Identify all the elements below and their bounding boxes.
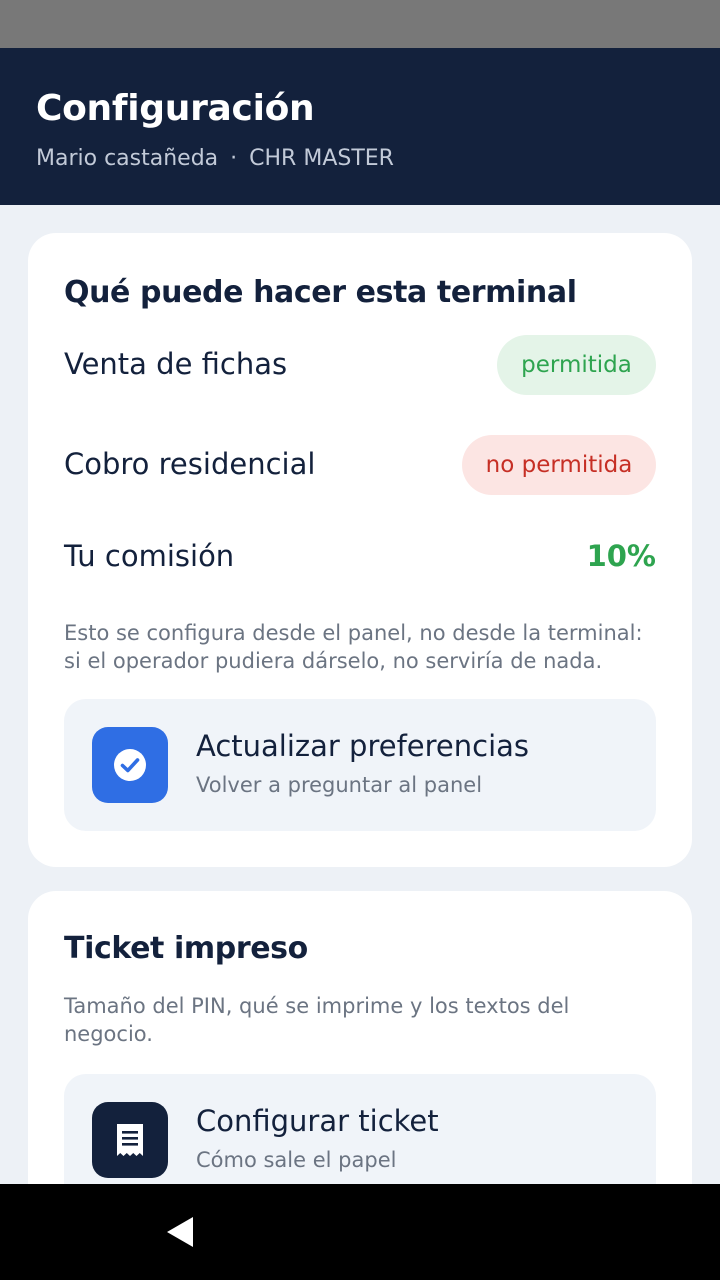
printed-ticket-card: Ticket impreso Tamaño del PIN, qué se im… (28, 891, 692, 1231)
sales-status-badge: permitida (497, 335, 656, 395)
status-bar (0, 0, 720, 48)
sales-label: Venta de fichas (64, 347, 288, 381)
commission-label: Tu comisión (64, 539, 235, 573)
back-triangle-icon[interactable] (156, 1208, 204, 1256)
refresh-preferences-subtitle: Volver a preguntar al panel (196, 773, 483, 797)
receipt-icon (92, 1102, 168, 1178)
app-header: Configuración Mario castañeda · CHR MASTER (0, 48, 720, 205)
header-subtitle: Mario castañeda · CHR MASTER (36, 146, 394, 171)
configure-ticket-title: Configurar ticket (196, 1104, 439, 1138)
user-name: Mario castañeda (36, 146, 219, 171)
user-role: CHR MASTER (249, 146, 394, 171)
residential-status-badge: no permitida (462, 435, 656, 495)
ticket-title: Ticket impreso (64, 931, 308, 966)
configure-ticket-subtitle: Cómo sale el papel (196, 1148, 397, 1172)
ticket-description: Tamaño del PIN, qué se imprime y los tex… (64, 994, 570, 1046)
commission-value: 10% (586, 539, 656, 573)
check-circle-icon (92, 727, 168, 803)
terminal-capabilities-card: Qué puede hacer esta terminal Venta de f… (28, 233, 692, 867)
navigation-bar (0, 1184, 720, 1280)
capabilities-title: Qué puede hacer esta terminal (64, 275, 577, 310)
capabilities-note: Esto se configura desde el panel, no des… (64, 621, 643, 673)
refresh-preferences-button[interactable]: Actualizar preferencias Volver a pregunt… (64, 699, 656, 831)
separator-dot: · (230, 146, 238, 171)
page-title: Configuración (36, 88, 315, 129)
refresh-preferences-title: Actualizar preferencias (196, 729, 530, 763)
residential-label: Cobro residencial (64, 447, 316, 481)
